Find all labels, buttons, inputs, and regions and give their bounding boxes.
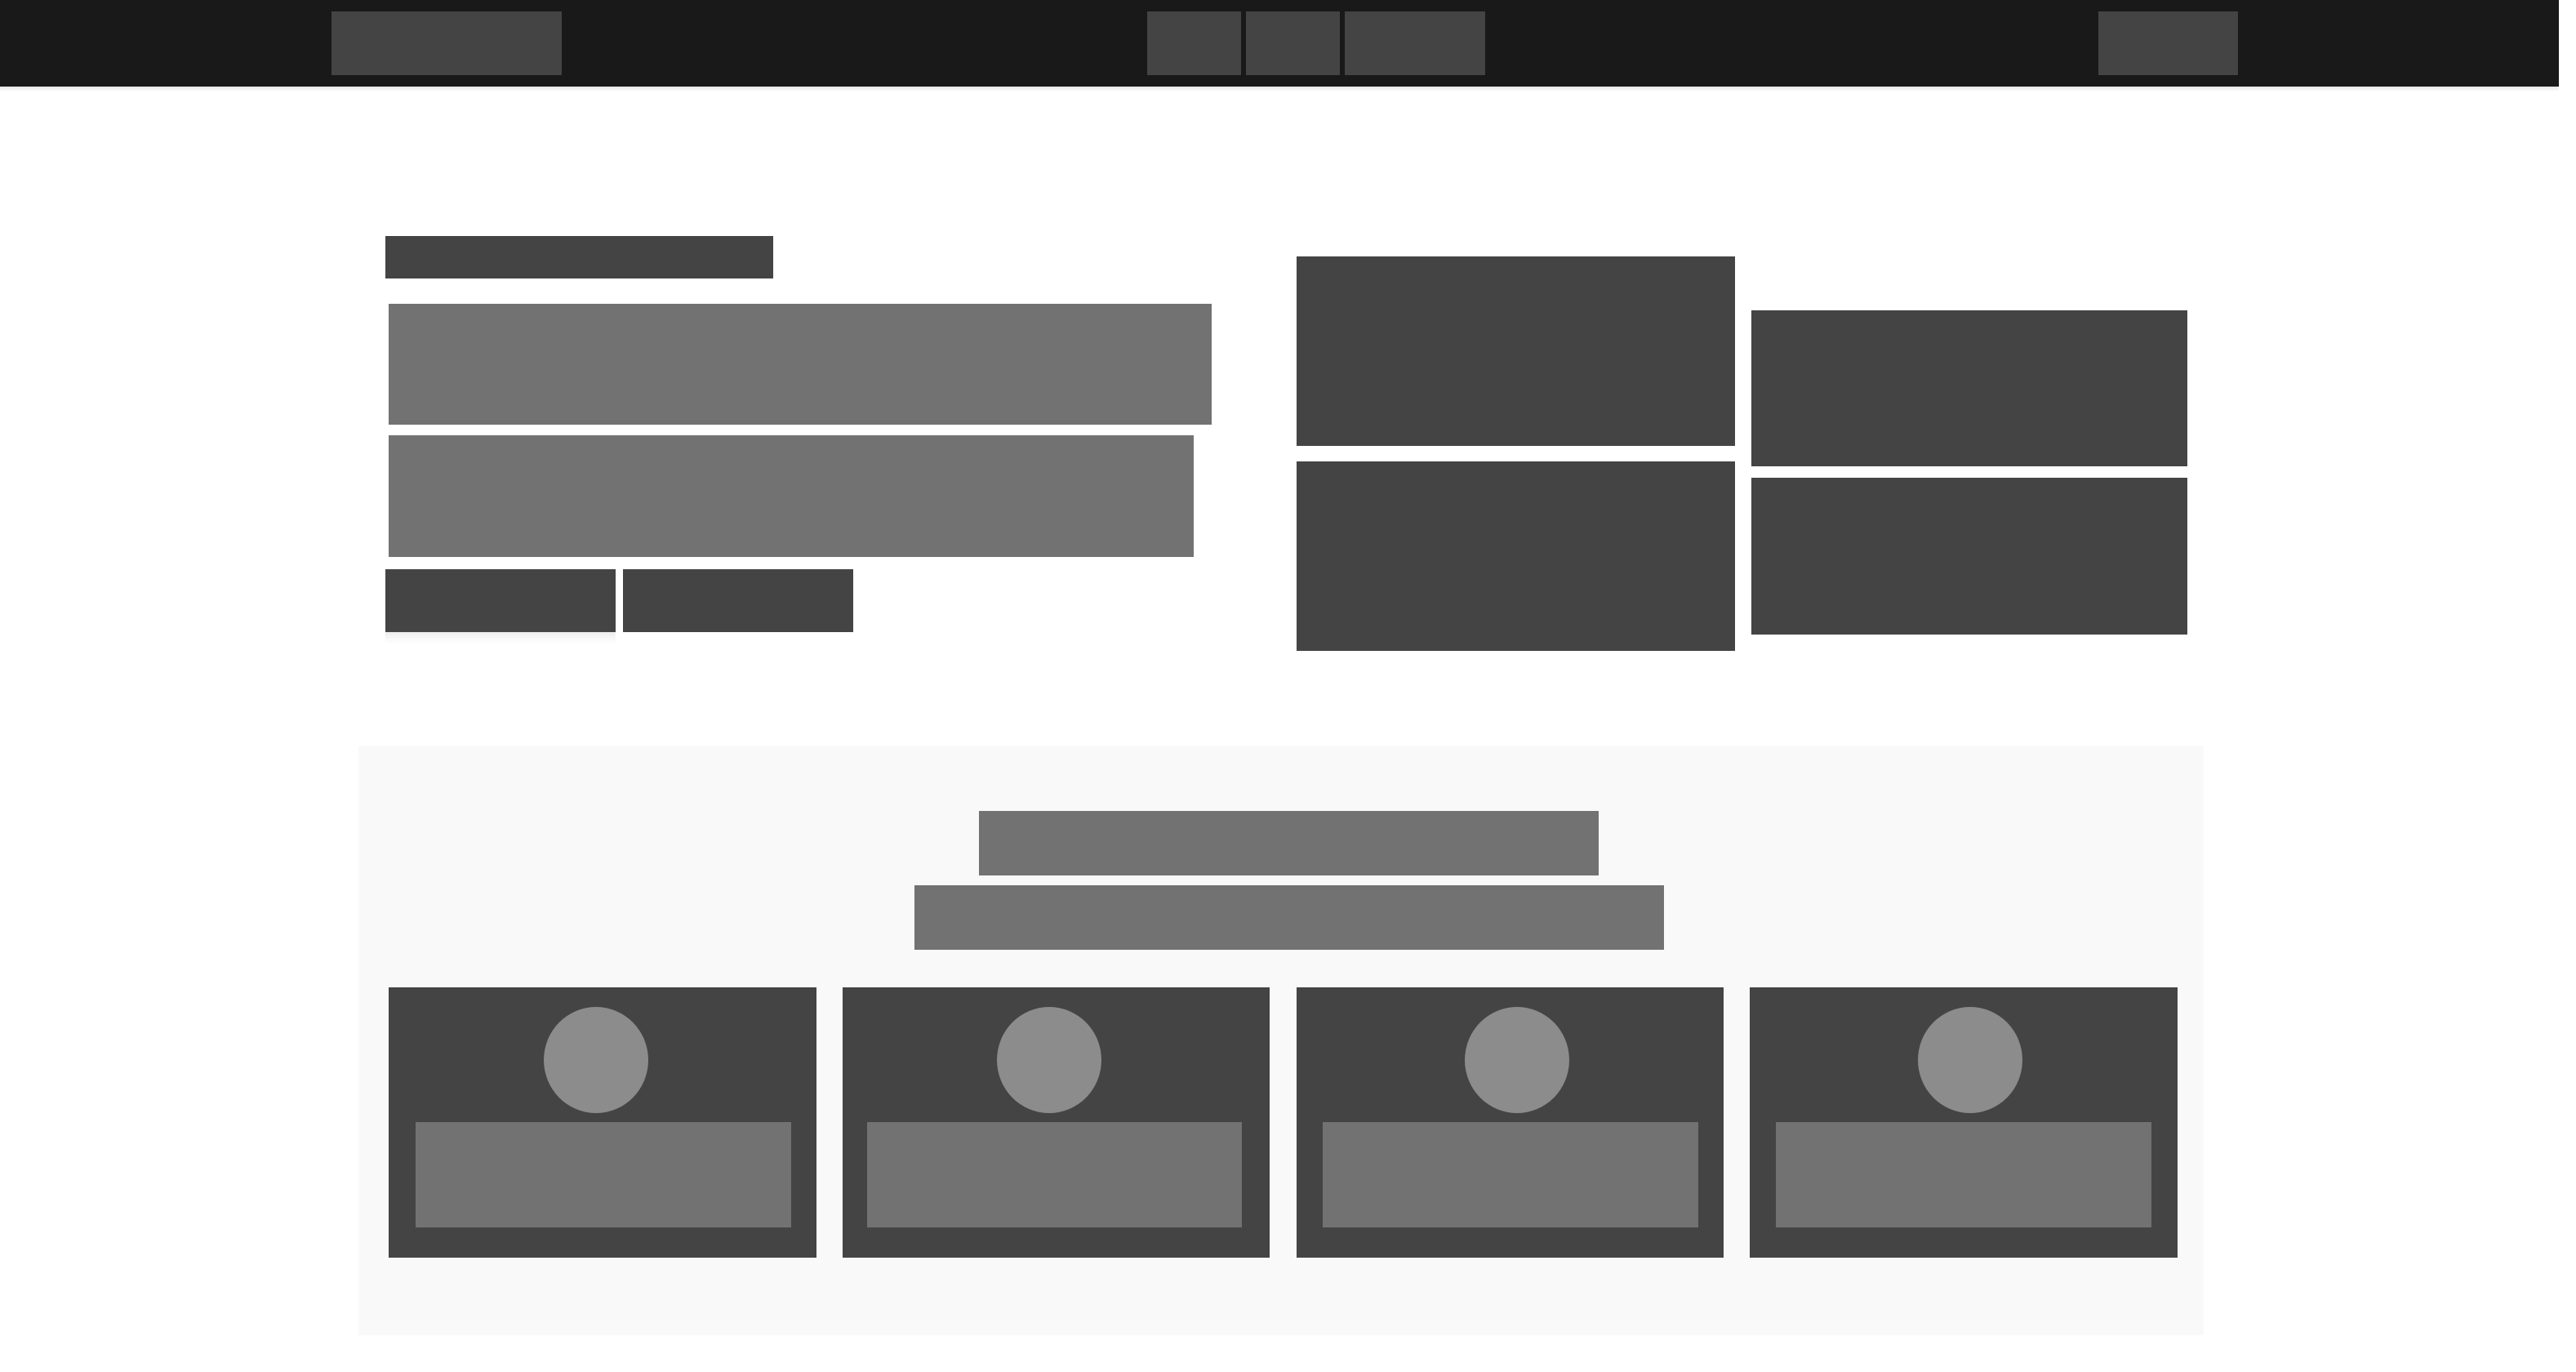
feature-card-1-title xyxy=(416,1122,791,1227)
hero-headline-line-2 xyxy=(389,435,1194,557)
nav-item-3[interactable] xyxy=(1345,11,1485,75)
primary-button-shadow xyxy=(385,632,616,644)
feature-card-1-avatar xyxy=(544,1007,648,1113)
feature-card-4[interactable] xyxy=(1750,987,2178,1258)
top-navigation-bar xyxy=(0,0,2559,87)
feature-card-4-title xyxy=(1776,1122,2151,1227)
gallery-image-4 xyxy=(1751,478,2187,635)
hero-eyebrow xyxy=(385,236,773,278)
feature-card-1[interactable] xyxy=(389,987,816,1258)
logo-placeholder[interactable] xyxy=(331,11,562,75)
topbar-shadow xyxy=(0,87,2559,91)
hero-headline-line-1 xyxy=(389,304,1212,425)
hero-secondary-button[interactable] xyxy=(623,569,853,632)
feature-card-3[interactable] xyxy=(1297,987,1724,1258)
gallery-image-3 xyxy=(1751,310,2187,466)
nav-item-2[interactable] xyxy=(1246,11,1340,75)
feature-card-4-avatar xyxy=(1918,1007,2022,1113)
gallery-image-1 xyxy=(1297,256,1735,446)
header-action-button[interactable] xyxy=(2098,11,2238,75)
gallery-image-2 xyxy=(1297,461,1735,651)
nav-item-1[interactable] xyxy=(1147,11,1241,75)
features-title xyxy=(979,811,1599,875)
hero-primary-button[interactable] xyxy=(385,569,616,632)
feature-card-3-avatar xyxy=(1465,1007,1569,1113)
features-subtitle xyxy=(914,885,1664,950)
feature-card-3-title xyxy=(1323,1122,1698,1227)
feature-card-2-title xyxy=(867,1122,1242,1227)
feature-card-2-avatar xyxy=(997,1007,1101,1113)
feature-card-2[interactable] xyxy=(843,987,1270,1258)
